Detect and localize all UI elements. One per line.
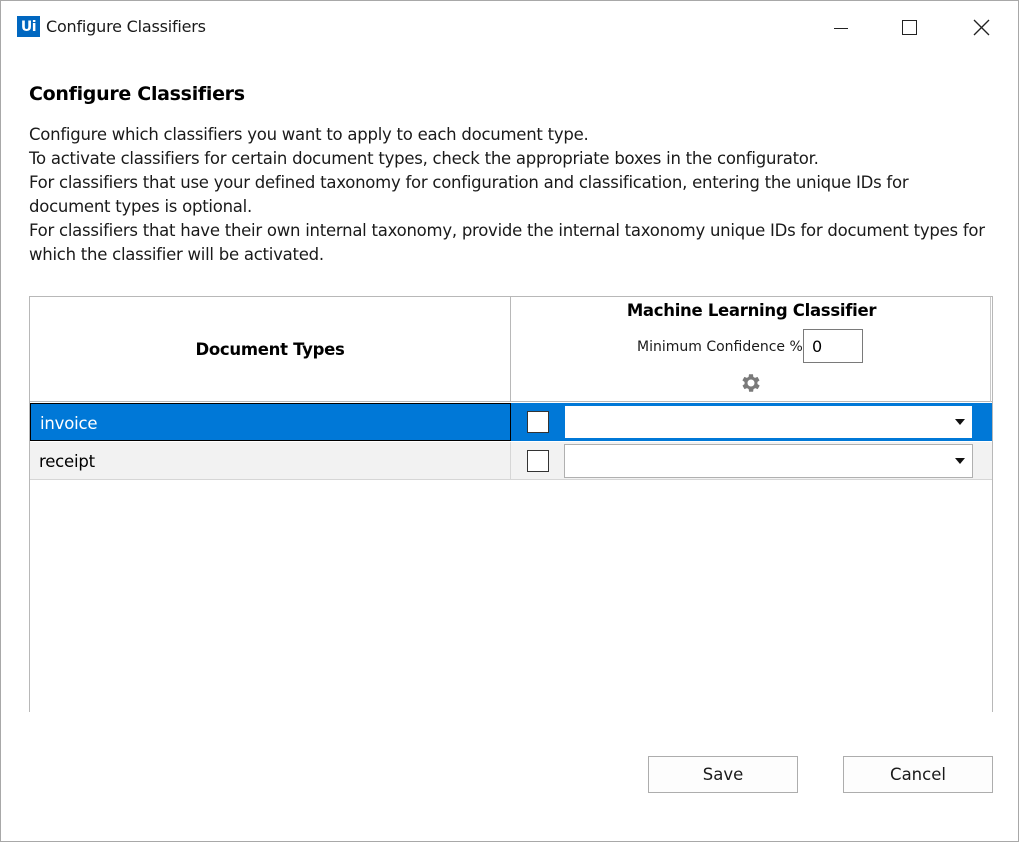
table-row[interactable]: invoice <box>30 403 992 441</box>
classifier-name: Machine Learning Classifier <box>626 301 877 320</box>
min-confidence-label: Minimum Confidence % <box>637 339 803 355</box>
chevron-down-icon <box>955 419 965 425</box>
taxonomy-id-dropdown[interactable] <box>564 405 973 439</box>
minimize-button[interactable] <box>806 1 876 53</box>
table-row[interactable]: receipt <box>30 442 992 480</box>
maximize-icon <box>901 19 917 35</box>
document-types-header: Document Types <box>30 297 511 402</box>
description-line: Configure which classifiers you want to … <box>29 125 589 144</box>
minimize-icon <box>834 27 848 29</box>
uipath-logo-icon: Ui <box>17 16 40 37</box>
page-heading: Configure Classifiers <box>29 83 245 105</box>
taxonomy-id-dropdown[interactable] <box>564 444 973 478</box>
description-line: To activate classifiers for certain docu… <box>29 149 819 168</box>
title-bar: Ui Configure Classifiers <box>1 1 1018 53</box>
classifier-cell <box>511 403 992 441</box>
classifier-configurator-grid: Document Types Machine Learning Classifi… <box>29 296 993 712</box>
close-icon <box>973 19 989 35</box>
save-button[interactable]: Save <box>648 756 798 793</box>
classifier-cell <box>511 442 992 479</box>
min-confidence-input[interactable] <box>803 329 863 363</box>
column-divider <box>990 297 992 402</box>
description-line: For classifiers that have their own inte… <box>29 221 985 264</box>
activate-checkbox[interactable] <box>527 450 549 472</box>
document-type-name[interactable]: invoice <box>30 403 511 441</box>
document-type-name[interactable]: receipt <box>30 442 511 479</box>
chevron-down-icon <box>955 458 965 464</box>
window-title: Configure Classifiers <box>46 17 206 36</box>
description: Configure which classifiers you want to … <box>29 123 994 267</box>
description-line: For classifiers that use your defined ta… <box>29 173 909 216</box>
classifier-column-header: Machine Learning Classifier Minimum Conf… <box>511 297 992 402</box>
activate-checkbox[interactable] <box>527 411 549 433</box>
close-button[interactable] <box>946 1 1016 53</box>
cancel-button[interactable]: Cancel <box>843 756 993 793</box>
maximize-button[interactable] <box>874 1 944 53</box>
gear-icon[interactable] <box>739 371 763 395</box>
configure-classifiers-dialog: Ui Configure Classifiers Configure Class… <box>0 0 1019 842</box>
